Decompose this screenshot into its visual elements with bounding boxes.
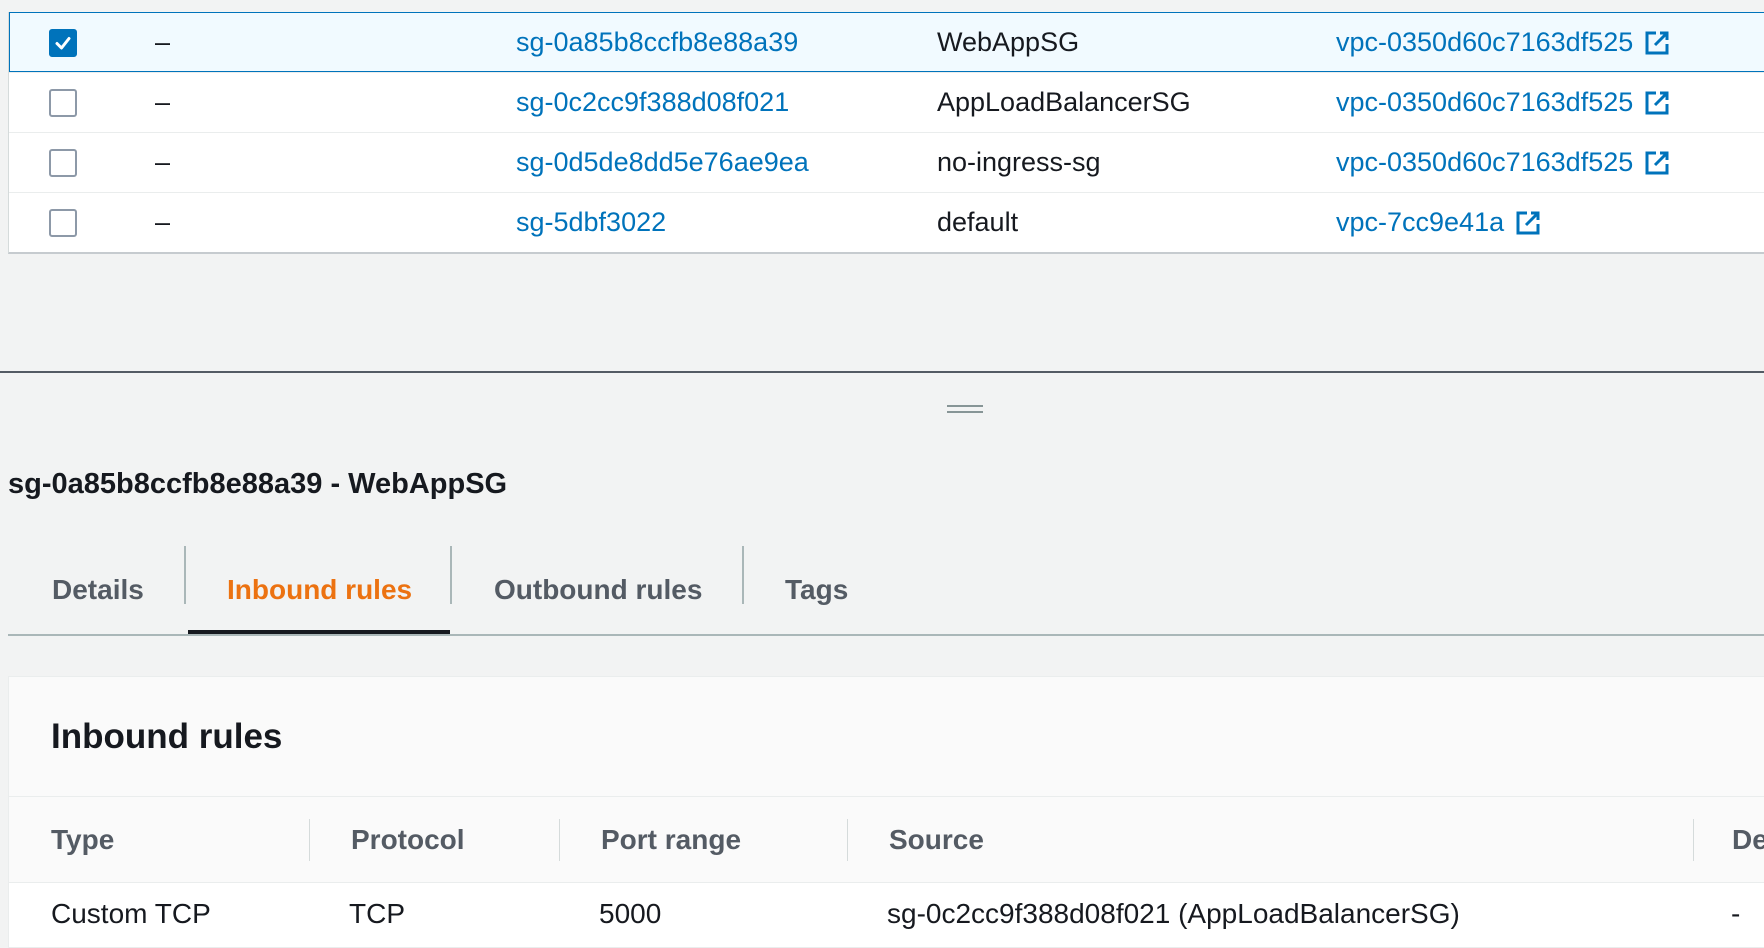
details-title: sg-0a85b8ccfb8e88a39 - WebAppSG [8,468,508,500]
rule-type: Custom TCP [51,898,211,929]
table-row[interactable]: – sg-0a85b8ccfb8e88a39 WebAppSG vpc-0350… [9,12,1764,72]
column-divider[interactable] [847,819,848,861]
row-checkbox[interactable] [49,148,77,177]
row-checkbox-cell[interactable] [49,73,77,132]
table-row[interactable]: – sg-5dbf3022 default vpc-7cc9e41a [9,192,1764,252]
drag-handle-icon[interactable] [947,405,983,414]
split-pane-divider[interactable] [0,371,1764,373]
row-checkbox-cell[interactable] [49,133,77,192]
tab-outbound-rules[interactable]: Outbound rules [494,544,702,636]
active-tab-indicator [188,630,450,634]
tab-divider [742,546,744,604]
vpc-link[interactable]: vpc-0350d60c7163df525 [1336,133,1671,192]
sg-id-link[interactable]: sg-0d5de8dd5e76ae9ea [516,133,809,192]
security-groups-table: – sg-0a85b8ccfb8e88a39 WebAppSG vpc-0350… [8,12,1764,254]
tab-tags[interactable]: Tags [785,544,848,636]
vpc-link[interactable]: vpc-0350d60c7163df525 [1336,13,1671,72]
panel-title: Inbound rules [51,716,283,756]
sg-name: – [155,87,171,117]
vpc-id[interactable]: vpc-0350d60c7163df525 [1336,87,1633,118]
sg-name: – [155,27,171,57]
column-divider[interactable] [1693,819,1694,861]
vpc-id[interactable]: vpc-7cc9e41a [1336,207,1504,238]
column-header-port-range[interactable]: Port range [601,797,741,882]
details-tabs: Details Inbound rules Outbound rules Tag… [8,544,1764,636]
row-checkbox[interactable] [49,28,77,57]
sg-id-link[interactable]: sg-0c2cc9f388d08f021 [516,73,789,132]
column-header-source[interactable]: Source [889,797,984,882]
panel-header: Inbound rules [9,677,1764,797]
row-checkbox[interactable] [49,88,77,117]
column-divider[interactable] [309,819,310,861]
vpc-id[interactable]: vpc-0350d60c7163df525 [1336,27,1633,58]
vpc-link[interactable]: vpc-7cc9e41a [1336,193,1542,252]
column-header-type[interactable]: Type [51,797,114,882]
sg-group-name: no-ingress-sg [937,147,1101,177]
row-checkbox-cell[interactable] [49,13,77,72]
sg-group-name: AppLoadBalancerSG [937,87,1191,117]
external-link-icon[interactable] [1514,209,1542,237]
rule-source: sg-0c2cc9f388d08f021 (AppLoadBalancerSG) [887,898,1460,929]
column-divider[interactable] [559,819,560,861]
table-row: Custom TCP TCP 5000 sg-0c2cc9f388d08f021… [9,883,1764,945]
sg-group-name: WebAppSG [937,27,1080,57]
table-row[interactable]: – sg-0d5de8dd5e76ae9ea no-ingress-sg vpc… [9,132,1764,192]
vpc-link[interactable]: vpc-0350d60c7163df525 [1336,73,1671,132]
external-link-icon[interactable] [1643,29,1671,57]
sg-name: – [155,147,171,177]
rule-description: - [1731,898,1741,929]
rule-protocol: TCP [349,898,405,929]
inbound-rules-panel: Inbound rules Type Protocol Port range S… [8,676,1764,948]
vpc-id[interactable]: vpc-0350d60c7163df525 [1336,147,1633,178]
row-checkbox-cell[interactable] [49,193,77,252]
external-link-icon[interactable] [1643,89,1671,117]
column-header-description[interactable]: De [1732,797,1764,882]
check-icon [55,36,71,49]
sg-id-link[interactable]: sg-0a85b8ccfb8e88a39 [516,13,798,72]
row-checkbox[interactable] [49,208,77,237]
tab-inbound-rules[interactable]: Inbound rules [227,544,412,636]
rule-port-range: 5000 [599,898,662,929]
column-header-protocol[interactable]: Protocol [351,797,465,882]
table-row[interactable]: – sg-0c2cc9f388d08f021 AppLoadBalancerSG… [9,72,1764,132]
sg-name: – [155,207,171,237]
tab-divider [450,546,452,604]
rules-table-header: Type Protocol Port range Source De [9,797,1764,883]
tab-details[interactable]: Details [52,544,144,636]
sg-id-link[interactable]: sg-5dbf3022 [516,193,666,252]
external-link-icon[interactable] [1643,149,1671,177]
tab-divider [184,546,186,604]
sg-group-name: default [937,207,1019,237]
